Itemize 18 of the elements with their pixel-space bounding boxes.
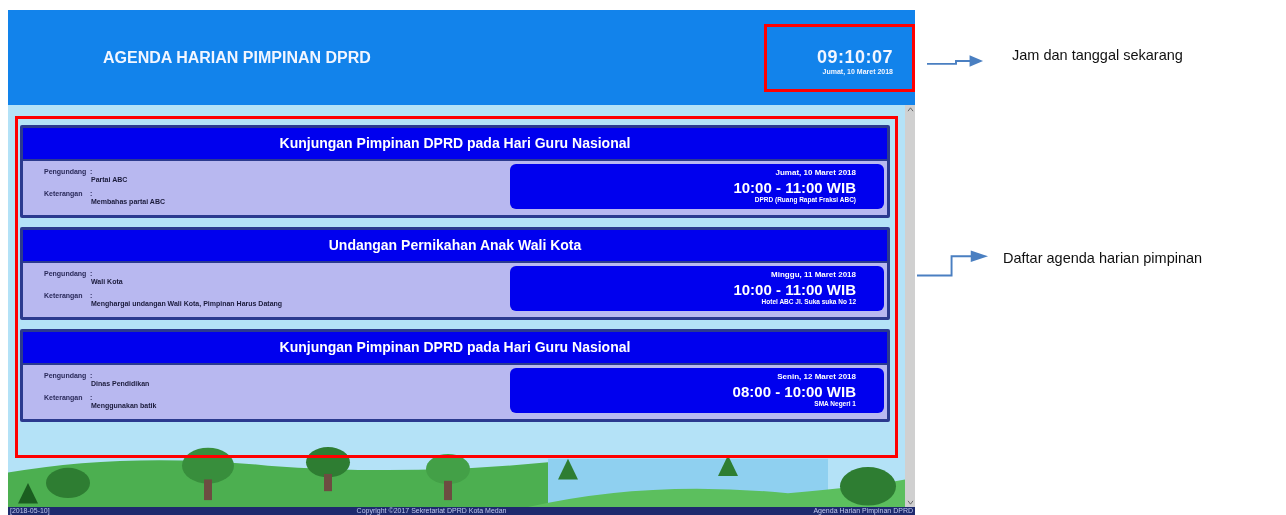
agenda-title: Kunjungan Pimpinan DPRD pada Hari Guru Nasional (23, 128, 887, 159)
scrollbar[interactable] (905, 105, 915, 507)
agenda-time: 10:00 - 11:00 WIB (732, 281, 856, 298)
agenda-title: Undangan Pernikahan Anak Wali Kota (23, 230, 887, 261)
agenda-date: Senin, 12 Maret 2018 (776, 372, 856, 381)
agenda-title: Kunjungan Pimpinan DPRD pada Hari Guru Nasional (23, 332, 887, 363)
callout-text: Jam dan tanggal sekarang (1012, 47, 1183, 63)
callout-text: Daftar agenda harian pimpinan (1003, 250, 1203, 266)
clock-time: 09:10:07 (816, 46, 893, 68)
agenda-time: 10:00 - 11:00 WIB (732, 179, 856, 196)
agenda-date: Jumat, 10 Maret 2018 (774, 168, 856, 177)
callout-arrow (927, 54, 985, 68)
scroll-up-icon[interactable] (906, 107, 914, 112)
page-title: AGENDA HARIAN PIMPINAN DPRD (103, 48, 371, 67)
agenda-date: Minggu, 11 Maret 2018 (770, 270, 856, 279)
agenda-time: 08:00 - 10:00 WIB (731, 383, 856, 400)
scroll-down-icon[interactable] (906, 500, 914, 505)
callout-arrow (917, 250, 989, 278)
